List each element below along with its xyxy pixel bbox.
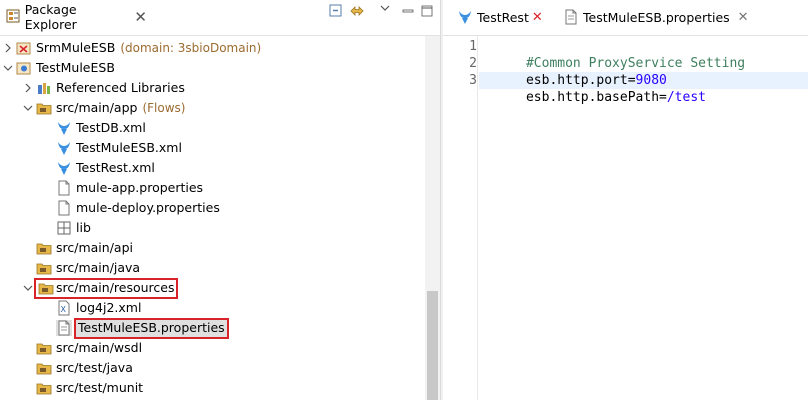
editor-tab-testrest[interactable]: TestRest ✕: [457, 3, 543, 31]
mule-domain-project-icon: [16, 40, 32, 56]
folder-grid-icon: [56, 220, 72, 236]
tree-item-src-main-wsdl[interactable]: src/main/wsdl: [36, 338, 142, 358]
chevron-down-icon[interactable]: [20, 284, 36, 292]
file-icon: [56, 200, 72, 216]
mule-flow-icon: [56, 140, 72, 156]
source-folder-icon: [36, 340, 52, 356]
tree-item-referenced-libraries[interactable]: Referenced Libraries: [20, 78, 185, 98]
collapse-all-icon[interactable]: [329, 4, 343, 18]
chevron-down-icon[interactable]: [20, 104, 36, 112]
mule-flow-icon: [56, 160, 72, 176]
gutter-divider: [477, 36, 478, 400]
property-key: esb.http.basePath=: [525, 90, 667, 105]
close-icon[interactable]: ✕: [738, 10, 749, 25]
code-editor[interactable]: #Common ProxyService Setting esb.http.po…: [479, 38, 808, 105]
tree-item-src-main-api[interactable]: src/main/api: [36, 238, 133, 258]
property-value: 9080: [635, 73, 667, 88]
tree-item-testmuleesb[interactable]: TestMuleESB: [0, 58, 115, 78]
view-menu-chevron-down-icon[interactable]: [380, 2, 390, 16]
tree-item-lib[interactable]: lib: [56, 218, 91, 238]
code-line[interactable]: #Common ProxyService Setting: [479, 38, 808, 71]
tree-item-src-main-resources[interactable]: src/main/resources: [20, 277, 179, 299]
mule-flow-icon: [56, 120, 72, 136]
tree-item-log4j2-xml[interactable]: X log4j2.xml: [56, 298, 141, 318]
xml-file-icon: X: [56, 300, 72, 316]
property-value: /test: [666, 90, 706, 105]
tree-item-src-main-app[interactable]: src/main/app (Flows): [20, 98, 185, 118]
source-folder-icon: [36, 360, 52, 376]
svg-text:X: X: [61, 305, 67, 314]
explorer-tab-bar: Package Explorer ✕: [0, 0, 443, 36]
package-explorer-tab[interactable]: Package Explorer ✕: [0, 2, 147, 32]
close-icon[interactable]: ✕: [134, 8, 147, 26]
chevron-right-icon[interactable]: [0, 43, 16, 53]
line-number: 2: [469, 56, 477, 71]
source-folder-icon: [36, 100, 52, 116]
package-explorer-title: Package Explorer: [24, 2, 77, 32]
tree-item-mule-app-properties[interactable]: mule-app.properties: [56, 178, 203, 198]
line-number: 1: [469, 39, 477, 54]
highlight-box: TestMuleESB.properties: [74, 317, 229, 339]
chevron-right-icon[interactable]: [20, 83, 36, 93]
source-folder-icon: [36, 260, 52, 276]
divider: [443, 35, 808, 36]
package-explorer-view: Package Explorer ✕ SrmMuleESB (domain: 3…: [0, 0, 443, 400]
link-with-editor-icon[interactable]: [349, 4, 365, 18]
source-folder-icon: [36, 240, 52, 256]
mule-project-icon: [16, 60, 32, 76]
tree-item-src-test-munit[interactable]: src/test/munit: [36, 378, 143, 398]
divider: [0, 35, 440, 36]
file-icon: [563, 9, 579, 25]
source-folder-icon: [38, 280, 54, 296]
editor-tab-testmuleesb-properties[interactable]: TestMuleESB.properties ✕: [563, 3, 749, 31]
library-icon: [36, 80, 52, 96]
close-icon[interactable]: ✕: [532, 10, 543, 25]
scrollbar-thumb[interactable]: [427, 291, 438, 400]
mule-flow-icon: [457, 9, 473, 25]
property-key: esb.http.port=: [525, 73, 636, 88]
editor-area: TestRest ✕ TestMuleESB.properties ✕ 1 2 …: [443, 0, 808, 400]
highlight-box: src/main/resources: [33, 277, 179, 299]
editor-tab-bar: TestRest ✕ TestMuleESB.properties ✕: [443, 0, 808, 36]
tree-item-src-main-java[interactable]: src/main/java: [36, 258, 140, 278]
maximize-icon[interactable]: [420, 4, 434, 18]
comment-text: #Common ProxyService Setting: [525, 56, 746, 71]
file-icon: [56, 180, 72, 196]
tree-item-mule-deploy-properties[interactable]: mule-deploy.properties: [56, 198, 220, 218]
tree-item-testmuleesb-properties[interactable]: TestMuleESB.properties: [56, 317, 229, 339]
tree-item-src-test-java[interactable]: src/test/java: [36, 358, 133, 378]
tree-item-testmuleesb-xml[interactable]: TestMuleESB.xml: [56, 138, 182, 158]
minimize-icon[interactable]: [401, 4, 415, 18]
package-explorer-icon: [6, 9, 21, 25]
file-icon: [56, 320, 72, 336]
line-number: 3: [469, 73, 477, 88]
tree-item-testdb-xml[interactable]: TestDB.xml: [56, 118, 146, 138]
chevron-down-icon[interactable]: [0, 64, 16, 72]
line-number-gutter: 1 2 3: [463, 38, 477, 89]
tree-item-testrest-xml[interactable]: TestRest.xml: [56, 158, 155, 178]
tree-item-srmmuleesb[interactable]: SrmMuleESB (domain: 3sbioDomain): [0, 38, 261, 58]
source-folder-icon: [36, 380, 52, 396]
